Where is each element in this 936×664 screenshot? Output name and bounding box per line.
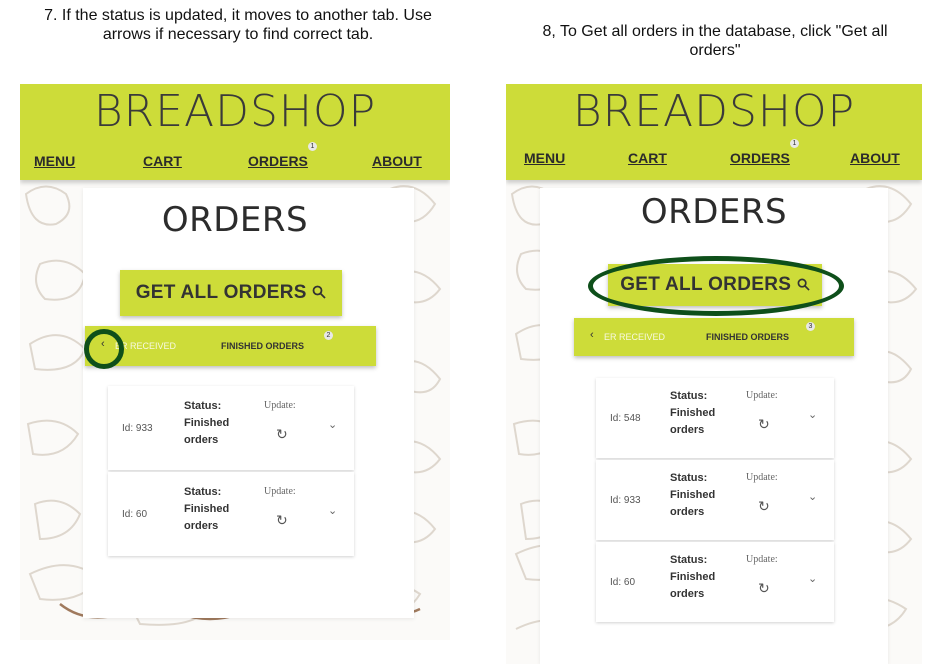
brand-logo: BREADSHOP [93, 86, 377, 137]
orders-count-badge: 1 [308, 142, 317, 151]
search-icon [312, 285, 326, 299]
expand-chevron-icon[interactable]: ⌄ [808, 572, 817, 585]
order-id: Id: 60 [610, 577, 636, 588]
left-screenshot: BREADSHOP MENU CART ORDERS 1 ABOUT ORDER… [20, 84, 450, 640]
status-tabs-bar: ‹ ER RECEIVED FINISHED ORDERS 2 [85, 326, 376, 366]
nav-orders[interactable]: ORDERS [730, 150, 790, 166]
refresh-icon[interactable]: ↻ [276, 426, 288, 443]
order-id: Id: 933 [610, 495, 641, 506]
refresh-icon[interactable]: ↻ [276, 512, 288, 529]
caption-step-8: 8, To Get all orders in the database, cl… [542, 23, 888, 59]
order-status: Status: Finished orders [184, 486, 230, 532]
expand-chevron-icon[interactable]: ⌄ [328, 418, 337, 431]
page-title: ORDERS [640, 192, 788, 232]
tab-finished-orders[interactable]: FINISHED ORDERS [706, 332, 789, 342]
update-label: Update: [746, 472, 778, 483]
order-row: Id: 60 Status: Finished orders Update: ↻ ⌄ [108, 472, 354, 556]
highlight-ring-arrow [84, 329, 124, 369]
order-status: Status: Finished orders [670, 390, 716, 436]
order-status: Status: Finished orders [184, 400, 230, 446]
order-id: Id: 548 [610, 413, 641, 424]
nav-menu[interactable]: MENU [34, 153, 75, 169]
app-header: BREADSHOP MENU CART ORDERS 1 ABOUT [506, 84, 922, 180]
get-all-orders-label: GET ALL ORDERS [135, 282, 307, 303]
nav-cart[interactable]: CART [143, 153, 182, 169]
nav-menu[interactable]: MENU [524, 150, 565, 166]
tab-finished-orders[interactable]: FINISHED ORDERS [221, 341, 304, 351]
expand-chevron-icon[interactable]: ⌄ [808, 408, 817, 421]
update-label: Update: [746, 554, 778, 565]
update-label: Update: [746, 390, 778, 401]
prev-tab-arrow[interactable]: ‹ [590, 329, 594, 341]
orders-count-badge: 1 [790, 139, 799, 148]
tab-count-badge: 3 [806, 322, 815, 331]
order-id: Id: 60 [122, 509, 148, 520]
refresh-icon[interactable]: ↻ [758, 580, 770, 597]
nav-orders[interactable]: ORDERS [248, 153, 308, 169]
order-row: Id: 548 Status: Finished orders Update: ↻ … [596, 378, 834, 458]
page-title: ORDERS [161, 200, 309, 240]
expand-chevron-icon[interactable]: ⌄ [808, 490, 817, 503]
order-row: Id: 60 Status: Finished orders Update: ↻ ⌄ [596, 542, 834, 622]
tab-received[interactable]: ER RECEIVED [115, 341, 176, 351]
order-status: Status: Finished orders [670, 472, 716, 518]
order-status: Status: Finished orders [670, 554, 716, 600]
caption-step-7: 7. If the status is updated, it moves to… [44, 7, 432, 43]
expand-chevron-icon[interactable]: ⌄ [328, 504, 337, 517]
order-row: Id: 933 Status: Finished orders Update: ↻ … [108, 386, 354, 470]
nav-about[interactable]: ABOUT [850, 150, 900, 166]
nav-about[interactable]: ABOUT [372, 153, 422, 169]
update-label: Update: [264, 400, 296, 411]
tab-received[interactable]: ER RECEIVED [604, 332, 665, 342]
update-label: Update: [264, 486, 296, 497]
order-id: Id: 933 [122, 423, 153, 434]
tab-count-badge: 2 [324, 331, 333, 340]
brand-logo: BREADSHOP [572, 86, 856, 137]
order-row: Id: 933 Status: Finished orders Update: ↻ … [596, 460, 834, 540]
refresh-icon[interactable]: ↻ [758, 498, 770, 515]
status-tabs-bar: ‹ ER RECEIVED FINISHED ORDERS 3 [574, 318, 854, 356]
refresh-icon[interactable]: ↻ [758, 416, 770, 433]
nav-cart[interactable]: CART [628, 150, 667, 166]
highlight-ring-get-all [588, 256, 844, 316]
right-screenshot: BREADSHOP MENU CART ORDERS 1 ABOUT ORDER… [506, 84, 922, 664]
app-header: BREADSHOP MENU CART ORDERS 1 ABOUT [20, 84, 450, 180]
get-all-orders-button[interactable]: GET ALL ORDERS [120, 270, 342, 316]
